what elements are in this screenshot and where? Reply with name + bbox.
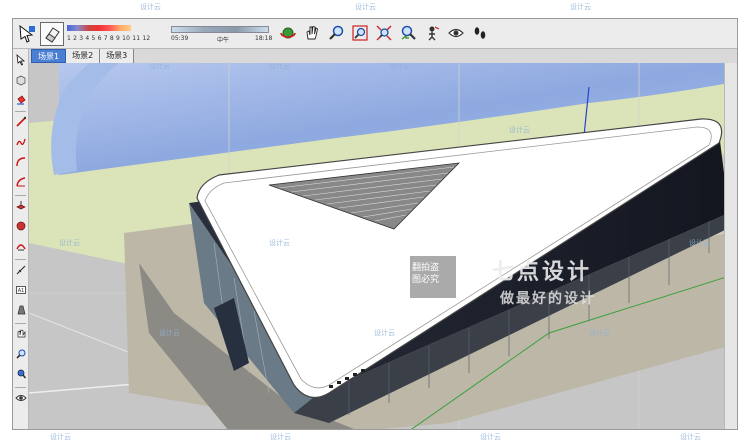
toolbar-divider	[15, 111, 26, 112]
follow-me-icon[interactable]	[14, 219, 28, 233]
time-slider[interactable]	[171, 26, 269, 33]
scene-tabs: 场景1 场景2 场景3	[31, 49, 135, 63]
text-icon[interactable]: A1	[14, 283, 28, 297]
right-toolbar[interactable]	[724, 63, 737, 429]
watermark-text: 设计云	[50, 433, 71, 441]
tab-scene-2[interactable]: 场景2	[66, 49, 101, 63]
watermark-text: 设计云	[270, 433, 291, 441]
tab-scene-3[interactable]: 场景3	[100, 49, 135, 63]
zoom-extents-icon[interactable]	[373, 22, 394, 43]
toolbar-divider	[15, 195, 26, 196]
top-toolbar: 1 2 3 4 5 6 7 8 9 10 11 12 05:39 中午 18:1…	[13, 19, 737, 49]
toolbar-divider	[15, 259, 26, 260]
month-slider[interactable]	[67, 25, 131, 31]
watermark-text: 设计云	[680, 433, 701, 441]
time-noon-label: 中午	[217, 37, 230, 44]
model-viewport[interactable]: 设计云 设计云 设计云 设计云 设计云 设计云 设计云 设计云 设计云 设计云 …	[29, 63, 737, 429]
sketchup-window: 1 2 3 4 5 6 7 8 9 10 11 12 05:39 中午 18:1…	[12, 18, 738, 430]
eraser-tool-icon[interactable]	[40, 22, 64, 46]
watermark-text: 设计云	[149, 63, 170, 70]
toolbar-divider	[15, 323, 26, 324]
zoom-icon[interactable]	[325, 22, 346, 43]
watermark-box-line1: 翻拍盗	[412, 263, 440, 273]
zoom-window-icon[interactable]	[349, 22, 370, 43]
watermark-text: 设计云	[159, 329, 180, 337]
paint-bucket-icon[interactable]	[14, 93, 28, 107]
zoom-icon[interactable]	[14, 347, 28, 361]
watermark-text: 设计云	[689, 239, 710, 247]
month-labels: 1 2 3 4 5 6 7 8 9 10 11 12	[67, 35, 151, 42]
walk-icon[interactable]	[469, 22, 490, 43]
watermark-text: 设计云	[279, 124, 300, 132]
camera-toolbar	[277, 22, 490, 46]
freehand-icon[interactable]	[14, 135, 28, 149]
shadow-settings-panel: 1 2 3 4 5 6 7 8 9 10 11 12 05:39 中午 18:1…	[67, 22, 272, 46]
watermark-subtitle: 做最好的设计	[500, 291, 596, 307]
watermark-text: 设计云	[269, 63, 290, 70]
circle-icon[interactable]	[14, 175, 28, 189]
arc-icon[interactable]	[14, 155, 28, 169]
watermark-text: 设计云	[140, 3, 161, 11]
offset-icon[interactable]	[14, 239, 28, 253]
select-icon[interactable]	[14, 53, 28, 67]
watermark-text: 设计云	[374, 329, 395, 337]
orbit-icon[interactable]	[14, 327, 28, 341]
watermark-box-text: 翻拍盗 图必究	[412, 262, 439, 286]
section-plane-icon[interactable]	[14, 303, 28, 317]
push-pull-icon[interactable]	[14, 199, 28, 213]
building-model-render	[29, 63, 737, 429]
watermark-text: 设计云	[480, 433, 501, 441]
look-around-icon[interactable]	[14, 391, 28, 405]
tape-measure-icon[interactable]	[14, 263, 28, 277]
watermark-text: 设计云	[509, 126, 530, 134]
position-camera-icon[interactable]	[421, 22, 442, 43]
watermark-text: 设计云	[59, 239, 80, 247]
zoom-window-icon[interactable]	[14, 367, 28, 381]
line-icon[interactable]	[14, 115, 28, 129]
watermark-text: 设计云	[355, 3, 376, 11]
time-start-label: 05:39	[171, 35, 189, 42]
watermark-text: 设计云	[589, 329, 610, 337]
previous-view-icon[interactable]	[397, 22, 418, 43]
watermark-box-line2: 图必究	[412, 275, 440, 285]
watermark-text: 设计云	[389, 63, 410, 70]
time-end-label: 18:18	[255, 35, 273, 42]
pan-icon[interactable]	[301, 22, 322, 43]
orbit-icon[interactable]	[277, 22, 298, 43]
svg-text:A1: A1	[18, 288, 25, 294]
toolbar-divider	[15, 387, 26, 388]
watermark-text: 设计云	[570, 3, 591, 11]
left-toolbar: A1	[13, 49, 29, 429]
look-around-icon[interactable]	[445, 22, 466, 43]
watermark-text: 设计云	[269, 239, 290, 247]
tab-scene-1[interactable]: 场景1	[31, 49, 67, 63]
watermark-title: 七点设计	[492, 260, 593, 285]
select-tool-icon[interactable]	[16, 23, 38, 45]
make-component-icon[interactable]	[14, 73, 28, 87]
watermark-logo: 翻拍盗图必究 七点设计 做最好的设计	[404, 248, 644, 320]
watermark-arrow	[456, 252, 484, 300]
